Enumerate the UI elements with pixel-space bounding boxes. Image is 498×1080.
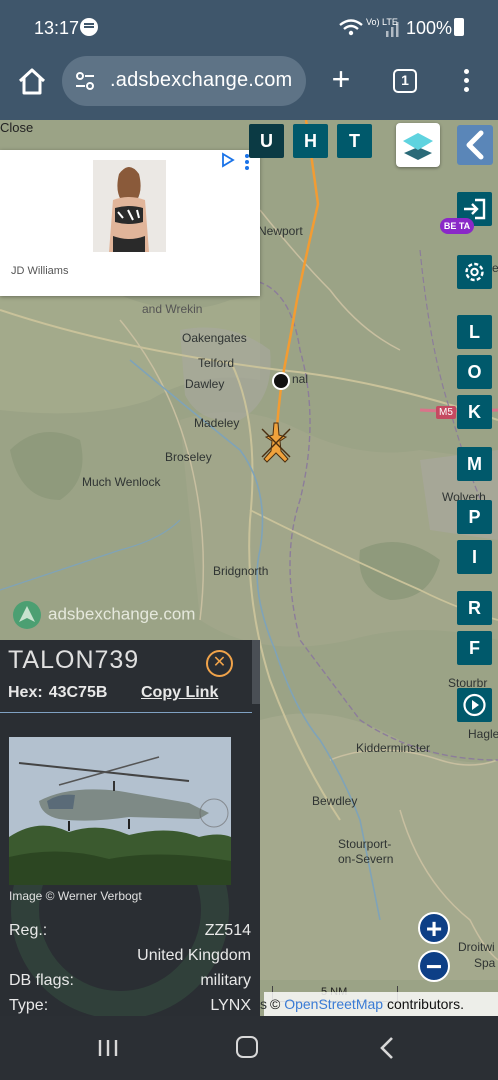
home-nav-icon[interactable]: [236, 1036, 258, 1058]
copy-link-button[interactable]: Copy Link: [141, 684, 218, 702]
browser-toolbar: .adsbexchange.com + 1: [0, 56, 498, 120]
system-nav-bar: [0, 1016, 498, 1080]
status-bar: 13:17 Vo) LTE 100%: [0, 0, 498, 56]
button-f[interactable]: F: [457, 631, 492, 665]
reg-value: ZZ514: [204, 922, 251, 939]
town-bewdley: Bewdley: [312, 794, 358, 808]
replay-icon: [463, 693, 486, 717]
battery-percent: 100%: [406, 18, 453, 38]
settings-button[interactable]: [457, 255, 492, 289]
button-t[interactable]: T: [337, 124, 372, 158]
image-credit: Image © Werner Verbogt: [9, 889, 142, 903]
aircraft-info-panel: TALON739 ✕ Hex: 43C75B Copy Link Image © …: [0, 640, 260, 1016]
adsbexchange-logo-icon: [13, 601, 41, 629]
town-wrekin: and Wrekin: [142, 302, 203, 316]
button-l[interactable]: L: [457, 315, 492, 349]
attribution-clip: s: [260, 996, 267, 1012]
new-tab-button[interactable]: +: [326, 63, 356, 95]
zoom-out-button[interactable]: −: [418, 950, 450, 982]
close-panel-button[interactable]: ✕: [206, 650, 233, 677]
button-m[interactable]: M: [457, 447, 492, 481]
replay-button[interactable]: [457, 688, 492, 722]
browser-top-bar: 13:17 Vo) LTE 100% .adsbexchange.com + 1: [0, 0, 498, 120]
beta-badge: BE TA: [440, 218, 474, 234]
town-broseley: Broseley: [165, 450, 212, 464]
volte-indicator: Vo) LTE: [366, 17, 398, 27]
attribution-suffix: contributors.: [383, 996, 464, 1012]
panel-scrollbar[interactable]: [252, 640, 260, 704]
layers-button[interactable]: [396, 123, 440, 167]
collapse-sidebar-button[interactable]: [457, 125, 493, 165]
town-oakengates: Oakengates: [182, 331, 247, 345]
button-h[interactable]: H: [293, 124, 328, 158]
type-value: LYNX: [210, 997, 251, 1014]
site-settings-icon[interactable]: [74, 70, 96, 92]
town-newport: Newport: [258, 224, 303, 238]
dbflags-label: DB flags:: [9, 972, 74, 989]
hex-row: Hex: 43C75B: [8, 684, 107, 702]
close-label[interactable]: Close: [0, 120, 33, 135]
dbflags-value: military: [200, 972, 251, 989]
recent-apps-icon[interactable]: [97, 1038, 119, 1058]
town-much-wenlock: Much Wenlock: [82, 475, 161, 489]
town-kidderminster: Kidderminster: [356, 741, 431, 755]
watermark-text: adsbexchange.com: [48, 604, 196, 624]
chat-notification-icon: [80, 18, 98, 36]
town-hagley: Hagle: [468, 727, 498, 741]
gear-icon: [465, 262, 484, 282]
aircraft-photo[interactable]: [9, 737, 231, 885]
hex-value: 43C75B: [48, 684, 108, 701]
map-attribution: © OpenStreetMap contributors.: [264, 992, 498, 1016]
home-icon[interactable]: [16, 66, 48, 98]
chevron-left-icon: [466, 130, 484, 160]
battery-icon: [454, 18, 464, 36]
panel-divider: [0, 712, 252, 713]
status-time: 13:17: [34, 18, 80, 38]
layers-icon: [403, 133, 433, 160]
ad-image[interactable]: [93, 160, 166, 252]
town-stourport: Stourport-: [338, 837, 392, 851]
town-shifnal: nal: [292, 372, 309, 386]
tab-switcher-button[interactable]: 1: [393, 69, 417, 93]
town-dawley: Dawley: [185, 377, 225, 391]
zoom-in-button[interactable]: +: [418, 912, 450, 944]
town-stourport-2: on-Severn: [338, 852, 394, 866]
osm-link[interactable]: OpenStreetMap: [284, 996, 383, 1012]
attribution-prefix: ©: [270, 996, 285, 1012]
reg-label: Reg.:: [9, 922, 48, 939]
button-p[interactable]: P: [457, 500, 492, 534]
town-bridgnorth: Bridgnorth: [213, 564, 269, 578]
hex-label: Hex:: [8, 684, 43, 701]
advertisement[interactable]: JD Williams: [0, 150, 260, 296]
town-telford: Telford: [198, 356, 235, 370]
button-k[interactable]: K: [457, 395, 492, 429]
town-madeley: Madeley: [194, 416, 240, 430]
country-value: United Kingdom: [137, 947, 251, 964]
button-i[interactable]: I: [457, 540, 492, 574]
button-u[interactable]: U: [249, 124, 284, 158]
more-menu-icon[interactable]: [458, 66, 474, 96]
motorway-shield: M5: [436, 406, 456, 419]
address-bar[interactable]: .adsbexchange.com: [62, 56, 306, 106]
town-spa: Spa: [474, 956, 496, 970]
map-view[interactable]: Close Newport and Wrekin Oakengates Telf…: [0, 120, 498, 1016]
button-r[interactable]: R: [457, 591, 492, 625]
town-droitwich: Droitwi: [458, 940, 495, 954]
map-watermark: adsbexchange.com: [12, 600, 195, 630]
button-o[interactable]: O: [457, 355, 492, 389]
type-label: Type:: [9, 997, 49, 1014]
ad-advertiser[interactable]: JD Williams: [11, 265, 68, 277]
adchoices-icon[interactable]: [220, 152, 236, 168]
aircraft-callsign: TALON739: [8, 646, 140, 674]
url-text: .adsbexchange.com: [110, 69, 293, 91]
back-nav-icon[interactable]: [378, 1036, 396, 1060]
